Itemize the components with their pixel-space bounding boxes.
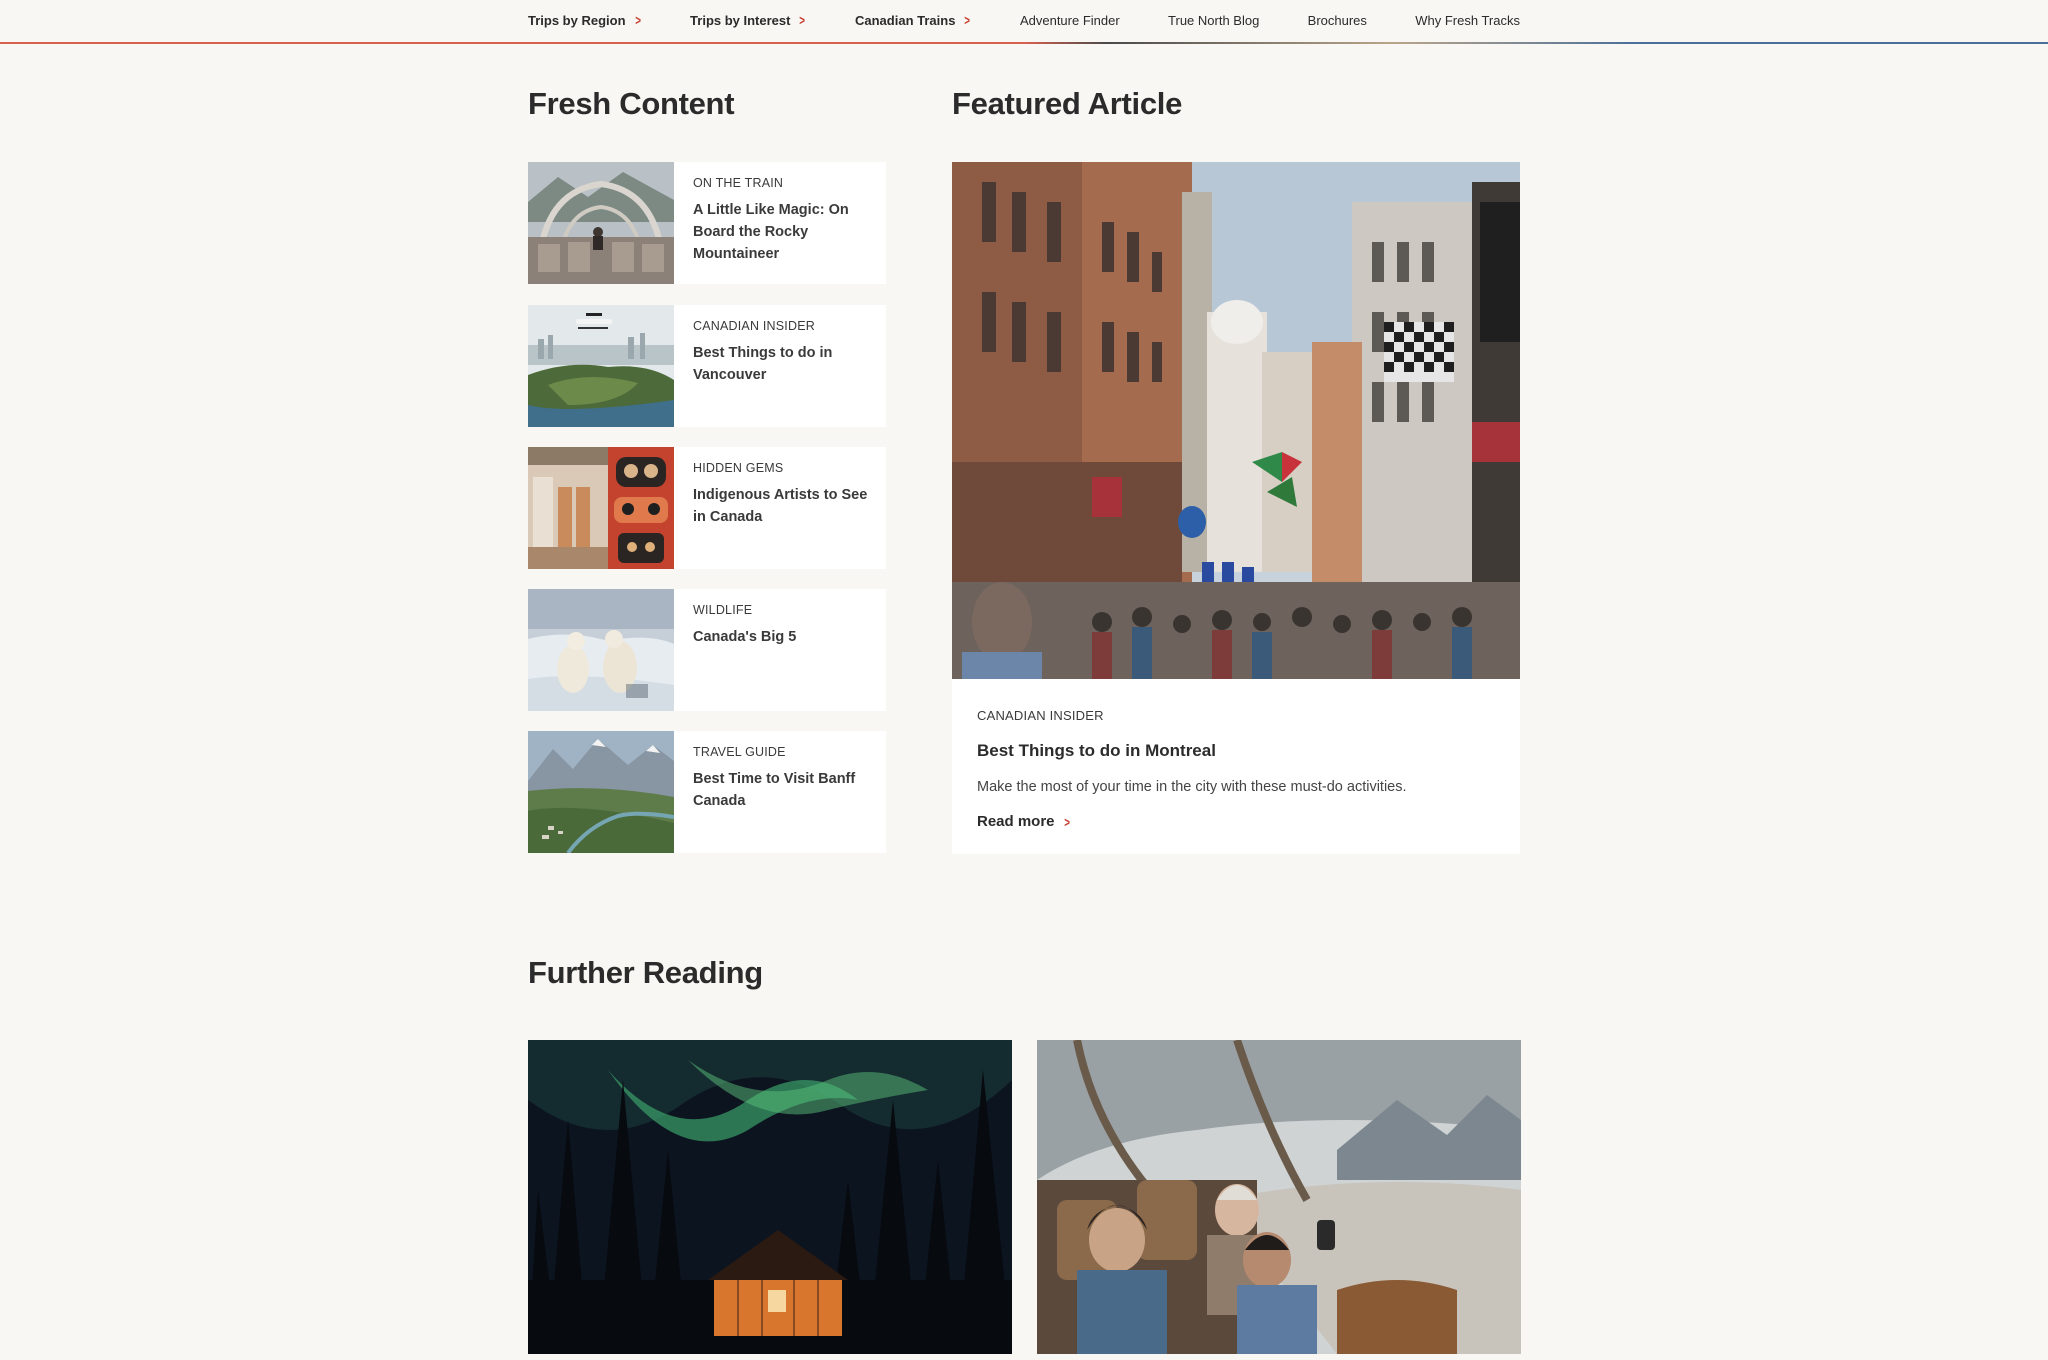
polar-bears-thumbnail bbox=[528, 589, 674, 711]
montreal-street-image bbox=[952, 162, 1520, 679]
read-more-label: Read more bbox=[977, 813, 1055, 830]
article-title[interactable]: Canada's Big 5 bbox=[693, 626, 796, 648]
featured-article-heading: Featured Article bbox=[952, 86, 1183, 121]
nav-label: Brochures bbox=[1307, 12, 1367, 28]
further-reading-heading: Further Reading bbox=[528, 955, 763, 990]
nav-adventure-finder[interactable]: Adventure Finder bbox=[1020, 13, 1120, 28]
nav-label: True North Blog bbox=[1168, 12, 1260, 28]
nav-label: Why Fresh Tracks bbox=[1415, 12, 1520, 28]
nav-label: Trips by Region bbox=[528, 12, 626, 28]
article-category: ON THE TRAIN bbox=[693, 176, 784, 190]
article-category: TRAVEL GUIDE bbox=[693, 745, 786, 759]
northern-lights-cabin-image[interactable] bbox=[528, 1040, 1012, 1354]
fresh-content-heading: Fresh Content bbox=[528, 86, 735, 121]
nav-divider bbox=[0, 42, 2048, 44]
nav-label: Adventure Finder bbox=[1019, 12, 1120, 28]
train-dome-car-thumbnail bbox=[528, 162, 674, 284]
chevron-right-icon: > bbox=[964, 12, 971, 28]
top-navigation: Trips by Region > Trips by Interest > Ca… bbox=[0, 0, 2048, 44]
featured-title[interactable]: Best Things to do in Montreal bbox=[977, 741, 1495, 761]
nav-canadian-trains[interactable]: Canadian Trains > bbox=[855, 12, 972, 28]
nav-menu: Trips by Region > Trips by Interest > Ca… bbox=[528, 0, 1520, 40]
nav-label: Canadian Trains bbox=[855, 12, 956, 28]
article-card-canadas-big-5[interactable]: WILDLIFE Canada's Big 5 bbox=[528, 589, 886, 711]
article-card-banff[interactable]: TRAVEL GUIDE Best Time to Visit Banff Ca… bbox=[528, 731, 886, 853]
featured-description: Make the most of your time in the city w… bbox=[977, 779, 1407, 795]
article-category: WILDLIFE bbox=[693, 603, 753, 617]
nav-label: Trips by Interest bbox=[690, 12, 791, 28]
rail-car-passengers-image[interactable] bbox=[1037, 1040, 1521, 1354]
article-card-on-the-train[interactable]: ON THE TRAIN A Little Like Magic: On Boa… bbox=[528, 162, 886, 284]
nav-trips-by-region[interactable]: Trips by Region > bbox=[528, 12, 642, 28]
nav-why-fresh-tracks[interactable]: Why Fresh Tracks bbox=[1415, 13, 1520, 28]
nav-true-north-blog[interactable]: True North Blog bbox=[1168, 13, 1259, 28]
vancouver-seaplane-thumbnail bbox=[528, 305, 674, 427]
article-card-vancouver[interactable]: CANADIAN INSIDER Best Things to do in Va… bbox=[528, 305, 886, 427]
article-title[interactable]: Best Time to Visit Banff Canada bbox=[693, 768, 870, 812]
article-category: HIDDEN GEMS bbox=[693, 461, 784, 475]
nav-brochures[interactable]: Brochures bbox=[1308, 13, 1367, 28]
read-more-link[interactable]: Read more > bbox=[977, 813, 1071, 830]
chevron-right-icon: > bbox=[1063, 813, 1070, 830]
nav-trips-by-interest[interactable]: Trips by Interest > bbox=[690, 12, 807, 28]
chevron-right-icon: > bbox=[634, 12, 641, 28]
chevron-right-icon: > bbox=[799, 12, 806, 28]
article-card-indigenous-artists[interactable]: HIDDEN GEMS Indigenous Artists to See in… bbox=[528, 447, 886, 569]
article-title[interactable]: Indigenous Artists to See in Canada bbox=[693, 484, 870, 528]
featured-category: CANADIAN INSIDER bbox=[977, 708, 1104, 723]
featured-article-card[interactable]: CANADIAN INSIDER Best Things to do in Mo… bbox=[952, 162, 1520, 854]
banff-valley-thumbnail bbox=[528, 731, 674, 853]
article-title[interactable]: A Little Like Magic: On Board the Rocky … bbox=[693, 199, 870, 265]
article-title[interactable]: Best Things to do in Vancouver bbox=[693, 342, 870, 386]
article-category: CANADIAN INSIDER bbox=[693, 319, 815, 333]
totem-pole-gallery-thumbnail bbox=[528, 447, 674, 569]
